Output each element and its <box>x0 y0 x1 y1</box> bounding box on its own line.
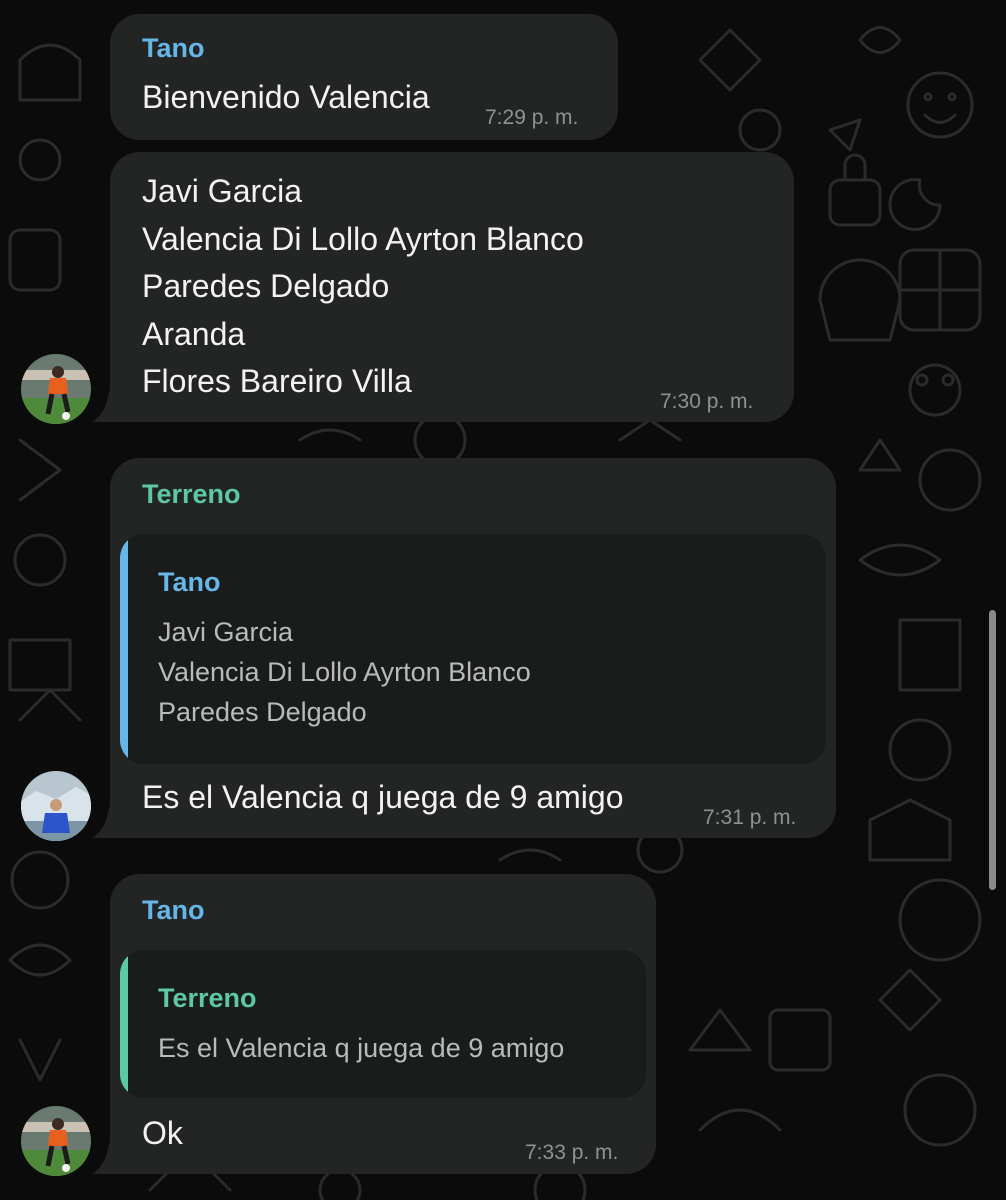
quote-sender: Terreno <box>158 983 257 1013</box>
person-photo-icon <box>21 771 91 841</box>
message-time: 7:33 p. m. <box>525 1141 619 1164</box>
bubble-tail <box>92 388 110 422</box>
avatar-tano[interactable] <box>21 1106 91 1176</box>
message-text: Es el Valencia q juega de 9 amigo <box>142 779 624 815</box>
quote-sender: Tano <box>158 567 221 597</box>
scrollbar[interactable] <box>989 610 996 890</box>
sender-name[interactable]: Tano <box>142 895 205 926</box>
message-text: Bienvenido Valencia <box>142 79 430 115</box>
quote-accent-bar <box>120 950 128 1098</box>
message-text: Javi Garcia Valencia Di Lollo Ayrton Bla… <box>142 173 584 399</box>
player-photo-icon <box>21 354 91 424</box>
message-time: 7:31 p. m. <box>703 806 797 829</box>
quote-text: Javi Garcia Valencia Di Lollo Ayrton Bla… <box>158 617 531 727</box>
bubble-tail <box>92 804 110 838</box>
message-time: 7:30 p. m. <box>660 390 754 413</box>
avatar-tano[interactable] <box>21 354 91 424</box>
sender-name[interactable]: Tano <box>142 33 205 64</box>
quoted-message[interactable]: Terreno Es el Valencia q juega de 9 amig… <box>120 950 646 1098</box>
quote-accent-bar <box>120 534 128 764</box>
message-text: Ok <box>142 1115 183 1151</box>
quote-text: Es el Valencia q juega de 9 amigo <box>158 1033 565 1063</box>
quoted-message[interactable]: Tano Javi Garcia Valencia Di Lollo Ayrto… <box>120 534 826 764</box>
bubble-tail <box>92 1140 110 1174</box>
player-photo-icon <box>21 1106 91 1176</box>
sender-name[interactable]: Terreno <box>142 479 241 510</box>
message-time: 7:29 p. m. <box>485 106 579 129</box>
avatar-terreno[interactable] <box>21 771 91 841</box>
